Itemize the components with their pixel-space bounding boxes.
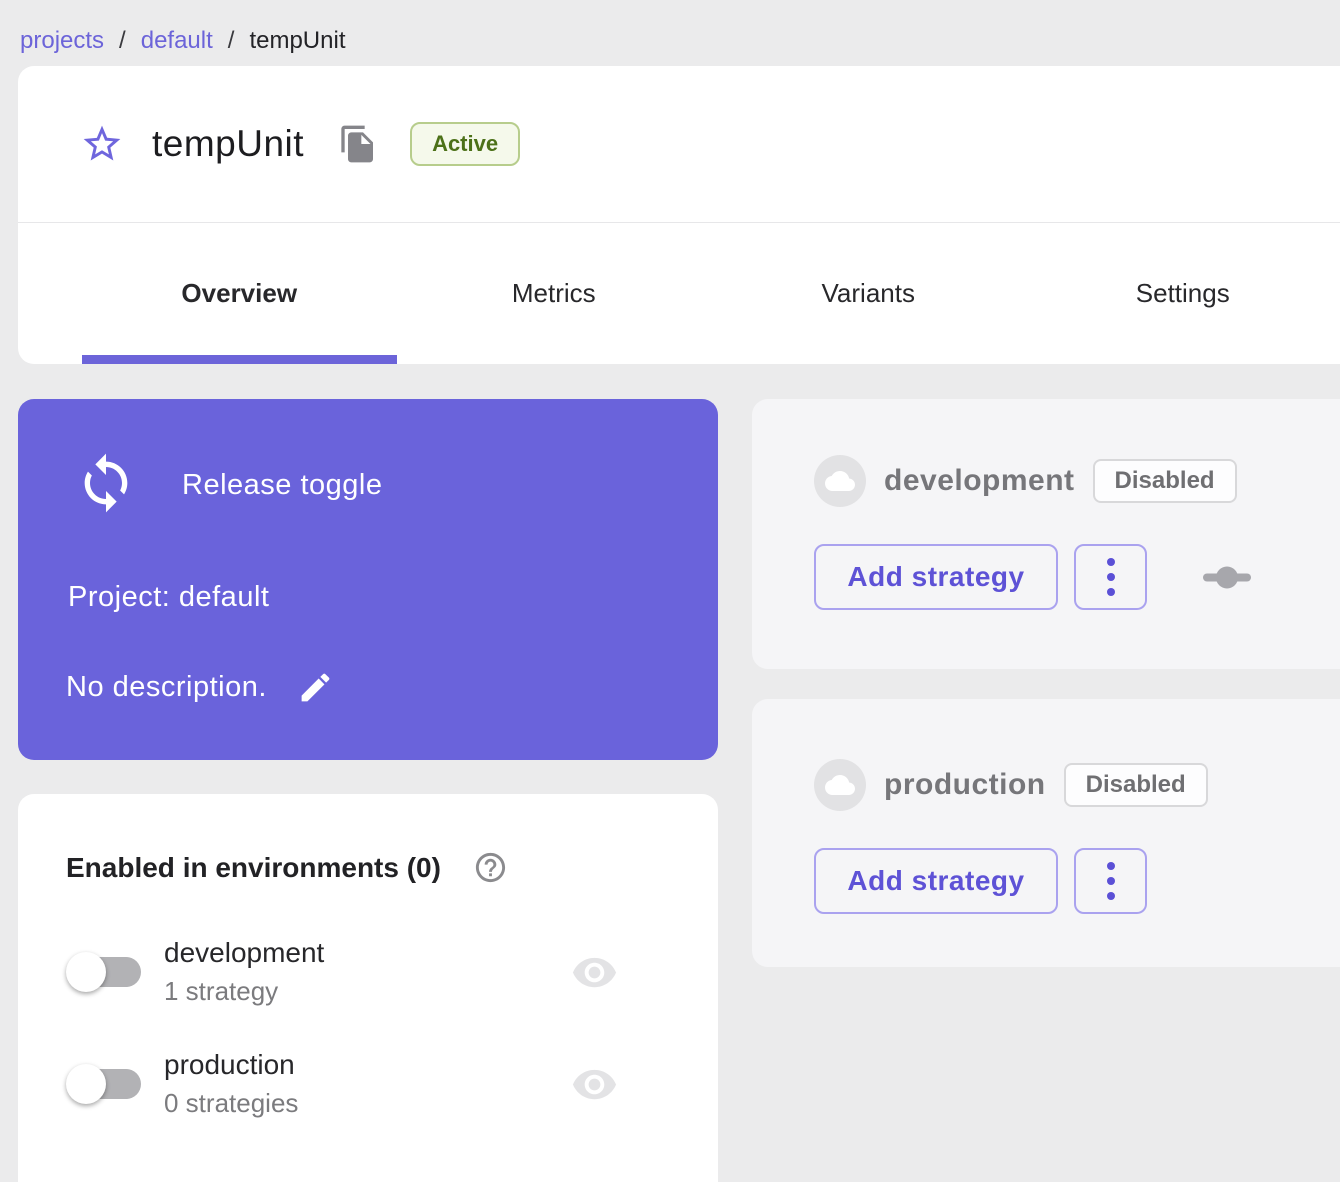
feature-header-card: tempUnit Active Overview Metrics Variant…	[18, 66, 1340, 364]
card-actions-row: Add strategy	[814, 544, 1340, 610]
project-label: Project: default	[68, 581, 718, 614]
page-title: tempUnit	[152, 123, 304, 165]
kebab-dot	[1107, 588, 1115, 596]
visibility-eye-icon[interactable]	[571, 949, 618, 996]
breadcrumb-link-projects[interactable]: projects	[20, 27, 104, 55]
panel-title-row: Enabled in environments (0)	[66, 850, 668, 885]
environment-row-production: production 0 strategies	[66, 1049, 668, 1119]
edit-description-icon[interactable]	[297, 669, 334, 706]
card-head-row: development Disabled	[814, 455, 1340, 507]
tab-settings[interactable]: Settings	[1026, 223, 1340, 364]
copy-icon[interactable]	[338, 124, 378, 164]
more-options-button[interactable]	[1074, 544, 1147, 610]
visibility-eye-icon[interactable]	[571, 1061, 618, 1108]
description-row: No description.	[66, 669, 718, 706]
environment-text: development 1 strategy	[164, 937, 324, 1007]
breadcrumb-separator: /	[228, 27, 235, 55]
favorite-star-icon[interactable]	[80, 122, 124, 166]
production-strategies-card: production Disabled Add strategy	[752, 699, 1340, 967]
add-strategy-button[interactable]: Add strategy	[814, 848, 1058, 914]
environment-status-badge: Disabled	[1064, 763, 1208, 807]
tab-overview-label: Overview	[181, 278, 297, 309]
right-column: development Disabled Add strategy	[752, 399, 1340, 1182]
breadcrumb-current-page: tempUnit	[249, 27, 345, 55]
tab-metrics[interactable]: Metrics	[397, 223, 712, 364]
kebab-dot	[1107, 573, 1115, 581]
enabled-environments-panel: Enabled in environments (0) development …	[18, 794, 718, 1182]
left-column: Release toggle Project: default No descr…	[18, 399, 718, 1182]
development-toggle-switch[interactable]	[66, 951, 142, 993]
release-sync-icon	[74, 451, 138, 520]
cloud-icon	[814, 759, 866, 811]
toggle-thumb	[66, 1064, 106, 1104]
environment-card-title: production	[884, 768, 1046, 802]
environment-status-badge: Disabled	[1093, 459, 1237, 503]
environment-strategy-count: 0 strategies	[164, 1088, 298, 1119]
environment-name: production	[164, 1049, 298, 1081]
kebab-dot	[1107, 862, 1115, 870]
active-tab-underline	[82, 355, 397, 364]
description-label: No description.	[66, 671, 267, 704]
more-options-button[interactable]	[1074, 848, 1147, 914]
tab-variants-label: Variants	[822, 278, 915, 309]
environment-strategy-count: 1 strategy	[164, 976, 324, 1007]
tab-bar: Overview Metrics Variants Settings	[18, 223, 1340, 364]
overview-content: Release toggle Project: default No descr…	[18, 399, 1340, 1182]
rollout-slider-icon	[1203, 565, 1251, 589]
production-toggle-switch[interactable]	[66, 1063, 142, 1105]
breadcrumb-separator: /	[119, 27, 126, 55]
help-icon[interactable]	[473, 850, 508, 885]
environment-text: production 0 strategies	[164, 1049, 298, 1119]
toggle-thumb	[66, 952, 106, 992]
status-badge: Active	[410, 122, 520, 166]
panel-title: Enabled in environments (0)	[66, 852, 441, 884]
development-strategies-card: development Disabled Add strategy	[752, 399, 1340, 669]
card-head-row: production Disabled	[814, 759, 1340, 811]
card-actions-row: Add strategy	[814, 848, 1340, 914]
tab-settings-label: Settings	[1136, 278, 1230, 309]
environment-row-development: development 1 strategy	[66, 937, 668, 1007]
kebab-dot	[1107, 877, 1115, 885]
feature-header-row: tempUnit Active	[18, 66, 1340, 222]
toggle-type-label: Release toggle	[182, 469, 382, 502]
breadcrumb-link-default[interactable]: default	[141, 27, 213, 55]
tab-metrics-label: Metrics	[512, 278, 596, 309]
toggle-type-row: Release toggle	[18, 399, 718, 520]
breadcrumb: projects / default / tempUnit	[0, 0, 1340, 66]
environment-name: development	[164, 937, 324, 969]
tab-overview[interactable]: Overview	[82, 223, 397, 364]
kebab-dot	[1107, 558, 1115, 566]
tab-variants[interactable]: Variants	[711, 223, 1026, 364]
cloud-icon	[814, 455, 866, 507]
toggle-info-card: Release toggle Project: default No descr…	[18, 399, 718, 760]
add-strategy-button[interactable]: Add strategy	[814, 544, 1058, 610]
kebab-dot	[1107, 892, 1115, 900]
environment-card-title: development	[884, 464, 1075, 498]
